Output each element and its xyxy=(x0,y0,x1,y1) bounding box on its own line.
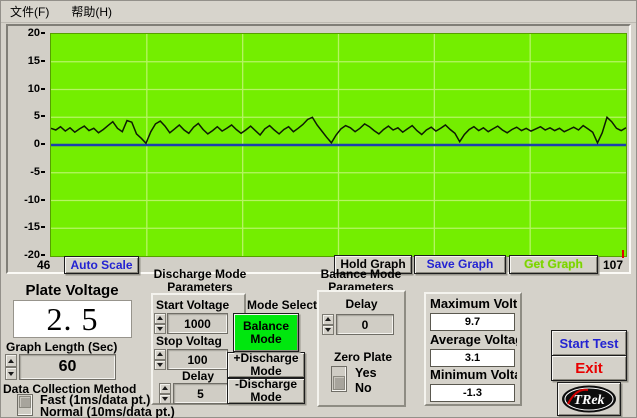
zero-plate-option-no[interactable]: No xyxy=(355,381,372,395)
y-axis-tick-mark xyxy=(41,88,45,90)
start-voltage-spinner xyxy=(154,313,166,334)
y-axis-tick-label: 5 xyxy=(0,110,40,122)
balance-group-title: Balance Mode xyxy=(313,267,409,281)
button-label-line1: Balance xyxy=(243,320,289,333)
zero-plate-option-yes[interactable]: Yes xyxy=(355,366,377,380)
y-axis-tick-label: 15 xyxy=(0,55,40,67)
y-axis-tick-mark xyxy=(41,199,45,201)
balance-mode-button[interactable]: Balance Mode xyxy=(233,313,299,352)
graph-length-input[interactable]: 60 xyxy=(19,354,116,380)
data-collection-option-normal[interactable]: Normal (10ms/data pt.) xyxy=(40,405,175,418)
decrement-button[interactable] xyxy=(5,367,17,380)
trek-logo-button[interactable]: TRek xyxy=(557,382,621,416)
button-label-line2: Mode xyxy=(250,333,281,346)
y-axis-tick-label: -10 xyxy=(0,194,40,206)
zero-plate-switch[interactable] xyxy=(331,366,347,392)
decrement-button[interactable] xyxy=(322,325,334,336)
increment-button[interactable] xyxy=(5,354,17,367)
y-axis-tick-label: 20 xyxy=(0,27,40,39)
average-voltage-label: Average Voltag xyxy=(430,332,517,347)
button-label-line2: Mode xyxy=(250,391,281,404)
plate-voltage-label: Plate Voltage xyxy=(14,282,130,299)
down-arrow-icon xyxy=(157,327,163,331)
y-axis-tick-mark xyxy=(41,115,45,117)
up-arrow-icon xyxy=(8,359,14,363)
y-axis-tick-mark xyxy=(41,171,45,173)
start-voltage-input[interactable]: 1000 xyxy=(167,313,228,334)
increment-button[interactable] xyxy=(154,349,166,360)
y-axis: 20151050-5-10-15-20 xyxy=(0,33,45,255)
graph-length-label: Graph Length (Sec) xyxy=(6,340,117,354)
y-axis-tick-label: -20 xyxy=(0,249,40,261)
increment-button[interactable] xyxy=(159,383,171,394)
start-voltage-label: Start Voltage xyxy=(156,298,229,312)
menu-bar: 文件(F) 帮助(H) xyxy=(1,1,636,23)
discharge-group-title: Discharge Mode xyxy=(148,267,252,281)
discharge-delay-input[interactable]: 5 xyxy=(173,383,228,404)
x-axis-start-label: 46 xyxy=(37,258,50,272)
y-axis-tick-mark xyxy=(41,143,45,145)
down-arrow-icon xyxy=(8,372,14,376)
switch-handle[interactable] xyxy=(19,396,31,408)
switch-handle[interactable] xyxy=(333,376,345,390)
zero-plate-label: Zero Plate xyxy=(334,350,392,364)
trek-logo-text: TRek xyxy=(573,393,604,408)
maximum-voltage-display: 9.7 xyxy=(430,313,515,331)
increment-button[interactable] xyxy=(322,314,334,325)
get-graph-button[interactable]: Get Graph xyxy=(509,255,598,274)
waveform-svg xyxy=(51,34,626,256)
positive-discharge-mode-button[interactable]: +Discharge Mode xyxy=(227,352,305,378)
minimum-voltage-label: Minimum Volta xyxy=(430,367,517,382)
minimum-voltage-display: -1.3 xyxy=(430,384,515,402)
balance-delay-spinner xyxy=(322,314,334,335)
menu-file[interactable]: 文件(F) xyxy=(10,3,49,20)
up-arrow-icon xyxy=(157,352,163,356)
application-window: 文件(F) 帮助(H) 20 15 10 5 0 -5 -10 -15 -20 46 107 A… xyxy=(0,0,637,418)
waveform-plot xyxy=(50,33,627,257)
negative-discharge-mode-button[interactable]: -Discharge Mode xyxy=(227,378,305,404)
y-axis-tick-mark xyxy=(41,254,45,256)
exit-button[interactable]: Exit xyxy=(551,355,627,381)
down-arrow-icon xyxy=(157,363,163,367)
stop-voltage-label: Stop Voltag xyxy=(156,334,234,348)
y-axis-tick-label: -5 xyxy=(0,166,40,178)
plate-voltage-display: 2. 5 xyxy=(13,300,132,338)
down-arrow-icon xyxy=(325,328,331,332)
maximum-voltage-label: Maximum Volta xyxy=(430,296,517,311)
up-arrow-icon xyxy=(325,317,331,321)
up-arrow-icon xyxy=(162,386,168,390)
data-collection-switch[interactable] xyxy=(17,394,33,416)
mode-select-label: Mode Select xyxy=(247,298,317,312)
stop-voltage-spinner xyxy=(154,349,166,370)
average-voltage-display: 3.1 xyxy=(430,349,515,367)
balance-delay-input[interactable]: 0 xyxy=(336,314,394,335)
y-axis-tick-mark xyxy=(41,226,45,228)
y-axis-tick-label: 0 xyxy=(0,138,40,150)
y-axis-tick-mark xyxy=(41,32,45,34)
decrement-button[interactable] xyxy=(154,324,166,335)
discharge-delay-label: Delay xyxy=(182,369,214,383)
discharge-delay-spinner xyxy=(159,383,171,404)
trek-logo-icon: TRek xyxy=(560,384,618,414)
y-axis-tick-label: -15 xyxy=(0,221,40,233)
up-arrow-icon xyxy=(157,316,163,320)
down-arrow-icon xyxy=(162,397,168,401)
start-test-button[interactable]: Start Test xyxy=(551,330,627,356)
y-axis-tick-label: 10 xyxy=(0,83,40,95)
decrement-button[interactable] xyxy=(159,394,171,405)
balance-delay-label: Delay xyxy=(317,297,406,311)
x-axis-end-label: 107 xyxy=(603,258,623,272)
discharge-group-subtitle: Parameters xyxy=(148,280,252,294)
increment-button[interactable] xyxy=(154,313,166,324)
menu-help[interactable]: 帮助(H) xyxy=(71,3,112,20)
y-axis-tick-mark xyxy=(41,60,45,62)
graph-length-spinner xyxy=(5,354,17,380)
decrement-button[interactable] xyxy=(154,360,166,371)
save-graph-button[interactable]: Save Graph xyxy=(414,255,506,274)
stop-voltage-input[interactable]: 100 xyxy=(167,349,228,370)
auto-scale-button[interactable]: Auto Scale xyxy=(64,256,139,274)
x-axis-cursor-marker[interactable] xyxy=(622,250,624,258)
